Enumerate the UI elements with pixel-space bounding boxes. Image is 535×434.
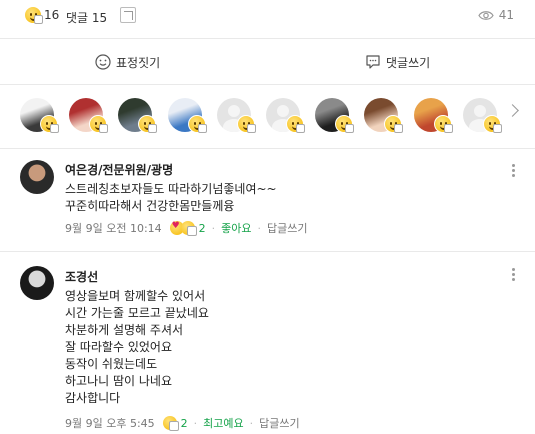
comment-meta: 9월 9일 오후 5:45 2 · 최고예요 · 답글쓰기 [65, 415, 300, 431]
eye-icon [478, 10, 494, 20]
avatar[interactable] [20, 266, 54, 300]
comment-time: 9월 9일 오후 5:45 [65, 417, 155, 430]
comment-author[interactable]: 여은경/전문위원/광명 [65, 161, 173, 178]
separator-dot: · [257, 221, 262, 235]
emotion-count: 16 [44, 8, 60, 22]
share-icon[interactable] [120, 7, 136, 23]
more-options-icon[interactable] [512, 164, 515, 177]
more-options-icon[interactable] [512, 268, 515, 281]
smile-hand-emoji-icon [434, 115, 453, 133]
chevron-right-icon[interactable] [506, 104, 519, 117]
separator-dot: · [211, 221, 216, 235]
like-button[interactable]: 최고예요 [203, 415, 243, 431]
smile-hand-emoji-icon [138, 115, 157, 133]
smile-hand-emoji-icon [188, 115, 207, 133]
smile-hand-emoji-icon [237, 115, 256, 133]
comment-count-label[interactable]: 댓글 15 [66, 9, 107, 26]
speech-bubble-icon [366, 55, 380, 69]
smile-hand-emoji-icon [162, 416, 179, 431]
divider [0, 38, 535, 39]
comment-item: 여은경/전문위원/광명 스트레칭초보자들도 따라하기넘좋네여~~ 꾸준히따라해서… [0, 150, 535, 250]
write-comment-label: 댓글쓰기 [386, 55, 431, 70]
avatar[interactable] [20, 160, 54, 194]
smile-hand-emoji-icon [384, 115, 403, 133]
smile-hand-emoji-icon [89, 115, 108, 133]
separator-dot: · [249, 416, 254, 430]
comment-item: 조경선 영상을보며 함께할수 있어서 시간 가는줄 모르고 끝났네요 차분하게 … [0, 252, 535, 434]
smile-hand-emoji-icon [335, 115, 354, 133]
reply-button[interactable]: 답글쓰기 [267, 220, 307, 236]
comment-author[interactable]: 조경선 [65, 268, 98, 285]
comment-time: 9월 9일 오전 10:14 [65, 222, 162, 235]
react-button[interactable]: 표정짓기 [95, 50, 160, 74]
comment-emotions[interactable] [169, 221, 197, 236]
divider [0, 148, 535, 149]
comment-meta: 9월 9일 오전 10:14 2 · 좋아요 · 답글쓰기 [65, 220, 308, 236]
smile-hand-emoji-icon [483, 115, 502, 133]
like-button[interactable]: 좋아요 [221, 220, 251, 236]
divider [0, 84, 535, 85]
view-count-value: 41 [498, 8, 514, 22]
comment-emotion-count: 2 [180, 416, 188, 430]
smile-hand-emoji-icon [24, 6, 43, 24]
comment-body: 스트레칭초보자들도 따라하기넘좋네여~~ 꾸준히따라해서 건강한몸만들께융 [65, 182, 277, 213]
emotion-summary[interactable]: 16 [24, 6, 59, 24]
smile-hand-emoji-icon [180, 221, 197, 236]
smile-hand-emoji-icon [286, 115, 305, 133]
reactor-avatar-list [0, 96, 535, 140]
comment-body: 영상을보며 함께할수 있어서 시간 가는줄 모르고 끝났네요 차분하게 설명해 … [65, 289, 209, 405]
write-comment-button[interactable]: 댓글쓰기 [365, 50, 430, 74]
reply-button[interactable]: 답글쓰기 [259, 415, 299, 431]
comment-emotion-count: 2 [198, 221, 206, 235]
smile-hand-emoji-icon [40, 115, 59, 133]
view-count: 41 [478, 8, 514, 22]
post-stats-bar: 16 댓글 15 41 [0, 0, 535, 34]
separator-dot: · [193, 416, 198, 430]
react-button-label: 표정짓기 [116, 55, 161, 70]
smile-outline-icon [95, 54, 111, 70]
comment-emotions[interactable] [162, 416, 179, 431]
